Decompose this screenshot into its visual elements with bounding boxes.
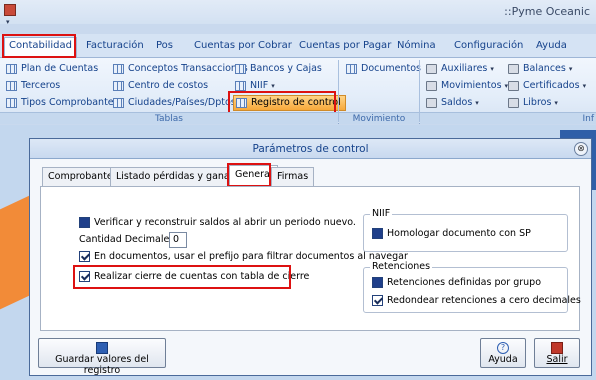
help-button[interactable]: ? Ayuda: [480, 338, 526, 368]
highlight-general-tab: [227, 163, 271, 187]
grid-icon: [6, 98, 17, 108]
general-tab-panel: Verificar y reconstruir saldos al abrir …: [40, 186, 581, 331]
verify-checkbox[interactable]: Verificar y reconstruir saldos al abrir …: [79, 216, 356, 230]
title-bar: ▾ ::Pyme Oceanic: [0, 0, 596, 26]
grid-icon: [6, 64, 17, 74]
app-title: ::Pyme Oceanic: [504, 5, 590, 18]
tab-configuracion[interactable]: Configuración: [450, 38, 527, 56]
ribbon-libros[interactable]: Libros ▾: [506, 96, 558, 110]
tab-firmas[interactable]: Firmas: [271, 167, 315, 186]
chevron-down-icon: ▾: [554, 99, 558, 107]
tab-facturacion[interactable]: Facturación: [82, 38, 148, 56]
grid-icon: [113, 81, 124, 91]
group-label-tablas: Tablas: [0, 112, 338, 124]
ribbon-balances[interactable]: Balances ▾: [506, 62, 572, 76]
ribbon-tipos-comprobantes[interactable]: Tipos Comprobantes: [4, 96, 119, 110]
decimals-label: Cantidad Decimales: [79, 234, 175, 245]
niif-group: NIIF Homologar documento con SP: [363, 208, 568, 252]
documents-icon: [346, 64, 357, 74]
printer-icon: [426, 81, 437, 91]
ribbon-certificados[interactable]: Certificados ▾: [506, 79, 586, 93]
ribbon-ciudades-paises-dptos[interactable]: Ciudades/Países/Dptos: [111, 96, 236, 110]
floppy-disk-icon: [96, 342, 108, 354]
retenciones-por-grupo-checkbox[interactable]: Retenciones definidas por grupo: [372, 276, 541, 290]
chevron-down-icon: ▾: [271, 82, 275, 90]
exit-button[interactable]: Salir: [534, 338, 580, 368]
help-icon: ?: [497, 342, 509, 354]
ribbon-panel: Plan de Cuentas Terceros Tipos Comproban…: [0, 58, 596, 124]
grid-icon: [113, 64, 124, 74]
highlight-contabilidad-tab: [2, 34, 76, 58]
chevron-down-icon: ▾: [582, 82, 587, 90]
app-logo-icon: [4, 4, 16, 16]
niif-legend: NIIF: [370, 208, 393, 219]
printer-icon: [426, 98, 437, 108]
ribbon-auxiliares[interactable]: Auxiliares ▾: [424, 62, 494, 76]
retenciones-legend: Retenciones: [370, 261, 433, 272]
group-label-inf: Inf: [420, 112, 596, 124]
tab-cuentas-por-cobrar[interactable]: Cuentas por Cobrar: [190, 38, 296, 56]
close-icon[interactable]: ⊗: [574, 142, 588, 156]
ribbon-bancos-y-cajas[interactable]: Bancos y Cajas: [233, 62, 322, 76]
chevron-down-icon: ▾: [568, 65, 573, 73]
ribbon-saldos[interactable]: Saldos ▾: [424, 96, 479, 110]
printer-icon: [508, 81, 519, 91]
ribbon-plan-de-cuentas[interactable]: Plan de Cuentas: [4, 62, 98, 76]
exit-icon: [551, 342, 563, 354]
chevron-down-icon: ▾: [475, 99, 479, 107]
ribbon-documentos[interactable]: Documentos: [344, 62, 421, 76]
tab-ayuda[interactable]: Ayuda: [532, 38, 571, 56]
grid-icon: [235, 81, 246, 91]
printer-icon: [508, 64, 519, 74]
chevron-down-icon: ▾: [490, 65, 494, 73]
printer-icon: [508, 98, 519, 108]
tab-nomina[interactable]: Nómina: [393, 38, 440, 56]
quick-access-caret-icon[interactable]: ▾: [6, 18, 16, 26]
retenciones-group: Retenciones Retenciones definidas por gr…: [363, 261, 581, 313]
ribbon-centro-de-costos[interactable]: Centro de costos: [111, 79, 208, 93]
grid-icon: [113, 98, 124, 108]
dialog-title: Parámetros de control: [30, 139, 591, 159]
redondear-retenciones-checkbox[interactable]: Redondear retenciones a cero decimales: [372, 294, 581, 308]
ribbon-conceptos-transacciones[interactable]: Conceptos Transacciones: [111, 62, 248, 76]
ribbon-terceros[interactable]: Terceros: [4, 79, 60, 93]
prefix-checkbox[interactable]: En documentos, usar el prefijo para filt…: [79, 250, 408, 264]
homologar-checkbox[interactable]: Homologar documento con SP: [372, 227, 531, 241]
ribbon-movimientos[interactable]: Movimientos ▾: [424, 79, 508, 93]
printer-icon: [426, 64, 437, 74]
save-button[interactable]: Guardar valores del registro: [38, 338, 166, 376]
ribbon-tab-bar: Contabilidad Facturación Pos Cuentas por…: [0, 34, 596, 59]
decimals-input[interactable]: 0: [169, 232, 187, 248]
grid-icon: [235, 64, 246, 74]
parametros-dialog: Parámetros de control ⊗ Comprobantes Lis…: [29, 138, 592, 376]
grid-icon: [6, 81, 17, 91]
tab-pos[interactable]: Pos: [152, 38, 177, 56]
group-label-movimiento: Movimiento: [339, 112, 419, 124]
tab-cuentas-por-pagar[interactable]: Cuentas por Pagar: [295, 38, 395, 56]
highlight-cierre-checkbox: [73, 265, 291, 289]
